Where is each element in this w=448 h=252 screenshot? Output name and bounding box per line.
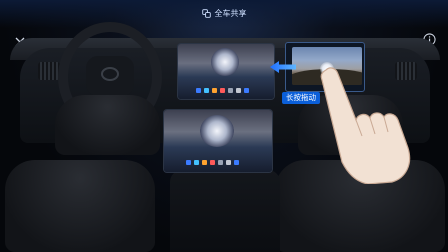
app-dock: [186, 160, 239, 165]
app-icon[interactable]: [212, 88, 217, 93]
app-icon[interactable]: [210, 160, 215, 165]
left-arrow-icon: [270, 58, 296, 73]
header-title: 全车共享: [0, 8, 448, 19]
app-icon[interactable]: [196, 88, 201, 93]
center-console: [170, 170, 280, 252]
driver-seat-headrest: [55, 95, 160, 155]
app-icon[interactable]: [244, 88, 249, 93]
page-title: 全车共享: [214, 9, 247, 18]
app-icon[interactable]: [204, 88, 209, 93]
app-icon[interactable]: [218, 160, 223, 165]
hand-drag-gesture-icon: [318, 64, 414, 185]
share-devices-icon: [201, 9, 211, 18]
left-air-vent: [38, 62, 60, 80]
app-icon[interactable]: [234, 160, 239, 165]
screen-wallpaper-orb: [200, 115, 234, 147]
app-icon[interactable]: [236, 88, 241, 93]
app-icon[interactable]: [194, 160, 199, 165]
app-icon[interactable]: [186, 160, 191, 165]
car-share-tutorial-screen: 全车共享 长按拖动: [0, 0, 448, 252]
app-icon[interactable]: [228, 88, 233, 93]
drag-hint-label: 长按拖动: [282, 92, 320, 104]
rear-left-seat: [5, 160, 155, 252]
brand-logo: [101, 67, 119, 81]
rear-display-screen[interactable]: [164, 110, 272, 172]
front-display-screen[interactable]: [178, 44, 274, 99]
app-icon[interactable]: [220, 88, 225, 93]
app-icon[interactable]: [202, 160, 207, 165]
app-dock: [196, 88, 249, 93]
screen-wallpaper-orb: [211, 48, 239, 76]
app-icon[interactable]: [226, 160, 231, 165]
